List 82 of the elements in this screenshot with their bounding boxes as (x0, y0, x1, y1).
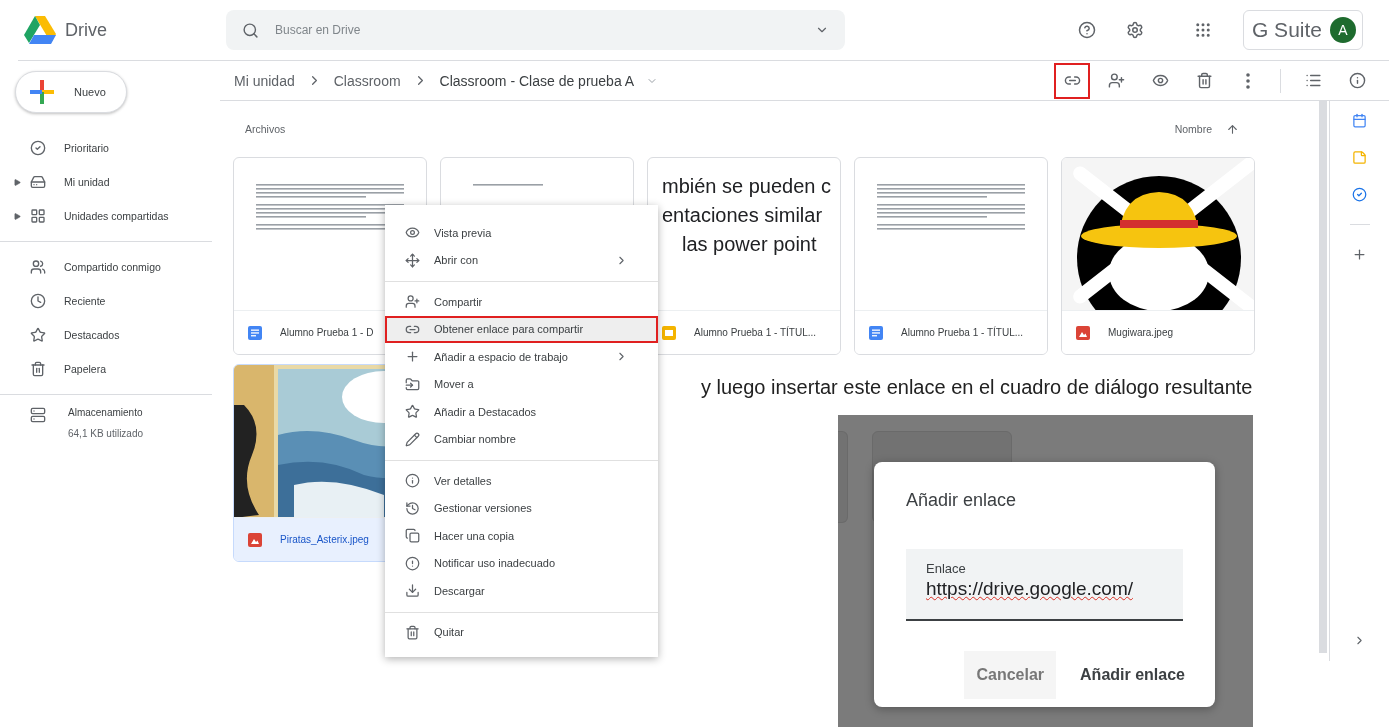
help-icon (1077, 21, 1096, 39)
copy-icon (405, 528, 420, 544)
file-name: Alumno Prueba 1 - TÍTUL... (694, 327, 817, 338)
menu-item[interactable]: Obtener enlace para compartir (385, 315, 658, 343)
menu-item[interactable]: Quitar (385, 618, 658, 646)
check-icon (30, 140, 46, 156)
dialog-title: Añadir enlace (906, 490, 1018, 511)
file-card[interactable]: Alumno Prueba 1 - TÍTUL... (854, 157, 1048, 355)
document-icon (869, 325, 883, 340)
breadcrumb-item[interactable]: Mi unidad (234, 72, 295, 89)
list-view-icon (1304, 72, 1322, 89)
scrollbar[interactable] (1319, 101, 1327, 653)
sidebar-item[interactable]: Unidades compartidas (0, 199, 212, 233)
plus-icon (30, 80, 54, 104)
app-name: Drive (65, 19, 107, 41)
storage-label: Almacenamiento (68, 407, 144, 418)
history-icon (405, 500, 420, 516)
document-icon (248, 325, 262, 340)
sidebar-item[interactable]: Compartido conmigo (0, 250, 212, 284)
download-icon (405, 583, 420, 599)
search-icon (242, 21, 259, 39)
file-card[interactable]: Mugiwara.jpeg (1061, 157, 1255, 355)
folder-icon (405, 376, 420, 392)
sidebar-item[interactable]: Prioritario (0, 131, 212, 165)
eye-icon (405, 225, 420, 241)
image-icon (1076, 325, 1090, 340)
move-icon (405, 252, 420, 268)
menu-item[interactable]: Descargar (385, 577, 658, 605)
image-icon (248, 532, 262, 547)
sidebar-item[interactable]: Destacados (0, 318, 212, 352)
plus-icon (405, 349, 420, 365)
file-name: Alumno Prueba 1 - TÍTUL... (901, 327, 1024, 338)
info-icon (1348, 72, 1366, 89)
trash-icon (1195, 72, 1213, 89)
star-icon (405, 404, 420, 420)
caption: y luego insertar este enlace en el cuadro de diálogo resultante (701, 376, 1253, 399)
sidebar-item[interactable]: Mi unidad (0, 165, 212, 199)
avatar: A (1330, 17, 1356, 43)
more-icon (1246, 72, 1250, 89)
sidebar-item[interactable]: Papelera (0, 352, 212, 386)
alert-icon (405, 555, 420, 571)
star-icon (30, 327, 46, 343)
eye-icon (1151, 72, 1169, 89)
sidebar-item[interactable]: Reciente (0, 284, 212, 318)
slide-text: entaciones similar (661, 203, 824, 228)
file-name: Alumno Prueba 1 - D (280, 327, 374, 338)
link-field[interactable]: Enlace https://drive.google.com/ (906, 549, 1183, 621)
sort-button[interactable]: Nombre (1168, 121, 1245, 137)
arrow-up-icon (1226, 122, 1239, 136)
add-person-icon (405, 294, 420, 310)
file-card[interactable]: mbién se pueden c entaciones similar las power point Alumno Prueba 1 - TÍTUL... (647, 157, 841, 355)
trash-icon (405, 624, 420, 640)
section-label: Archivos (245, 123, 286, 135)
slide-text: mbién se pueden c (661, 174, 832, 199)
new-button[interactable]: Nuevo (15, 71, 127, 113)
expand-icon[interactable] (14, 178, 21, 186)
drive-icon (30, 174, 46, 190)
cancel-button[interactable]: Cancelar (964, 651, 1057, 699)
storage-icon (30, 407, 46, 423)
file-name: Mugiwara.jpeg (1108, 327, 1174, 338)
link-button[interactable] (1054, 62, 1090, 99)
clock-icon (30, 293, 46, 309)
account-button[interactable]: G Suite A (1242, 10, 1363, 50)
storage-usage: 64,1 KB utilizado (68, 428, 144, 439)
drive-logo-icon (24, 16, 56, 44)
info-icon (405, 473, 420, 489)
people-icon (30, 259, 46, 275)
tasks-icon[interactable] (1352, 187, 1367, 202)
breadcrumb-item[interactable]: Classroom - Clase de prueba A (439, 72, 635, 89)
trash-icon (30, 361, 46, 377)
add-person-icon (1107, 72, 1125, 89)
slide-text: las power point (681, 232, 818, 257)
settings-icon (1125, 21, 1144, 39)
pencil-icon (405, 431, 420, 447)
shared-drives-icon (30, 208, 46, 224)
slides-icon (662, 325, 676, 340)
expand-icon[interactable] (14, 212, 21, 220)
grid-icon (1193, 21, 1212, 39)
add-icon[interactable] (1352, 247, 1367, 262)
breadcrumb-item[interactable]: Classroom (333, 72, 401, 89)
calendar-icon[interactable] (1352, 113, 1367, 128)
file-name: Piratas_Asterix.jpeg (280, 534, 369, 545)
